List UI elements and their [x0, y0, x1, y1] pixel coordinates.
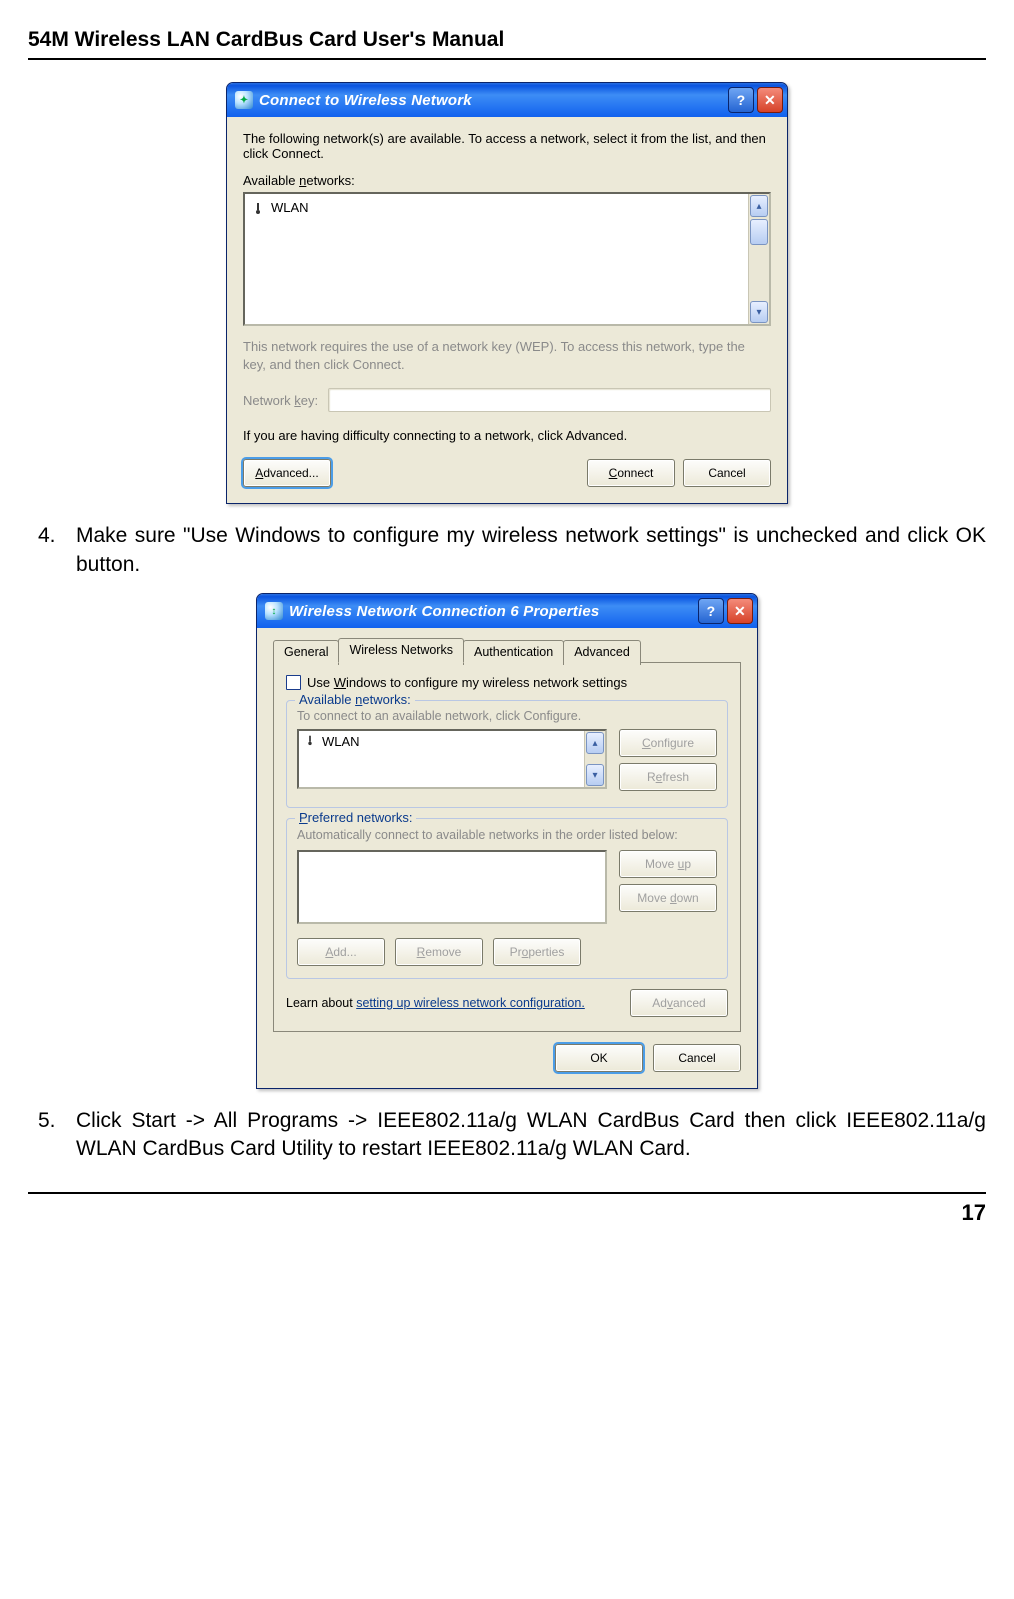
- close-button[interactable]: ✕: [757, 87, 783, 113]
- properties-button[interactable]: Properties: [493, 938, 581, 966]
- refresh-button[interactable]: Refresh: [619, 763, 717, 791]
- close-icon: ✕: [764, 92, 776, 109]
- difficulty-hint: If you are having difficulty connecting …: [243, 428, 771, 443]
- connect-dialog: ✦ Connect to Wireless Network ? ✕ The fo…: [226, 82, 788, 504]
- add-button[interactable]: Add...: [297, 938, 385, 966]
- properties-dialog-titlebar: ↕ Wireless Network Connection 6 Properti…: [257, 594, 757, 628]
- list-scrollbar[interactable]: ▴ ▾: [748, 194, 769, 324]
- step-5-num: 5.: [38, 1107, 62, 1164]
- tab-pane: Use Windows to configure my wireless net…: [273, 662, 741, 1032]
- step-4: 4. Make sure "Use Windows to configure m…: [38, 522, 986, 579]
- cancel-button[interactable]: Cancel: [683, 459, 771, 487]
- page-number: 17: [28, 1200, 986, 1226]
- network-key-input[interactable]: [328, 388, 771, 412]
- app-icon: ✦: [235, 91, 253, 109]
- help-button[interactable]: ?: [728, 87, 754, 113]
- footer-rule: [28, 1192, 986, 1194]
- available-hint: To connect to an available network, clic…: [297, 709, 717, 723]
- manual-title: 54M Wireless LAN CardBus Card User's Man…: [28, 28, 986, 52]
- available-item[interactable]: WLAN: [304, 734, 579, 749]
- close-button[interactable]: ✕: [727, 598, 753, 624]
- scroll-down-icon[interactable]: ▾: [586, 764, 604, 786]
- available-networks-label: Available networks:: [243, 173, 771, 188]
- use-windows-label: Use Windows to configure my wireless net…: [307, 675, 627, 690]
- tab-authentication[interactable]: Authentication: [463, 640, 564, 665]
- connect-intro: The following network(s) are available. …: [243, 131, 771, 161]
- available-scrollbar[interactable]: ▴ ▾: [584, 731, 605, 787]
- step-4-text: Make sure "Use Windows to configure my w…: [76, 522, 986, 579]
- configure-button[interactable]: Configure: [619, 729, 717, 757]
- connect-dialog-titlebar: ✦ Connect to Wireless Network ? ✕: [227, 83, 787, 117]
- available-list[interactable]: WLAN ▴ ▾: [297, 729, 607, 789]
- tab-wireless-networks[interactable]: Wireless Networks: [338, 638, 464, 663]
- preferred-list[interactable]: [297, 850, 607, 924]
- move-up-button[interactable]: Move up: [619, 850, 717, 878]
- ok-button[interactable]: OK: [555, 1044, 643, 1072]
- close-icon: ✕: [734, 603, 746, 620]
- step-5: 5. Click Start -> All Programs -> IEEE80…: [38, 1107, 986, 1164]
- preferred-networks-legend: Preferred networks:: [295, 810, 416, 825]
- available-networks-list[interactable]: WLAN ▴ ▾: [243, 192, 771, 326]
- properties-dialog-title: Wireless Network Connection 6 Properties: [289, 603, 599, 620]
- connect-button[interactable]: Connect: [587, 459, 675, 487]
- network-key-label: Network key:: [243, 393, 318, 408]
- remove-button[interactable]: Remove: [395, 938, 483, 966]
- signal-icon: [251, 201, 265, 215]
- available-networks-legend: Available networks:: [295, 692, 415, 707]
- help-icon: ?: [737, 92, 746, 108]
- tab-strip: General Wireless Networks Authentication…: [273, 638, 741, 663]
- step-4-num: 4.: [38, 522, 62, 579]
- help-icon: ?: [707, 603, 716, 619]
- scroll-thumb[interactable]: [750, 219, 768, 245]
- advanced-button-2[interactable]: Advanced: [630, 989, 728, 1017]
- tab-general[interactable]: General: [273, 640, 339, 665]
- header-rule: [28, 58, 986, 60]
- tab-advanced[interactable]: Advanced: [563, 640, 641, 665]
- network-item-label: WLAN: [271, 200, 309, 215]
- advanced-button[interactable]: Advanced...: [243, 459, 331, 487]
- move-down-button[interactable]: Move down: [619, 884, 717, 912]
- available-networks-group: Available networks: To connect to an ava…: [286, 700, 728, 808]
- step-5-text: Click Start -> All Programs -> IEEE802.1…: [76, 1107, 986, 1164]
- signal-icon: [304, 734, 316, 749]
- properties-dialog: ↕ Wireless Network Connection 6 Properti…: [256, 593, 758, 1089]
- scroll-up-icon[interactable]: ▴: [750, 195, 768, 217]
- app-icon: ↕: [265, 602, 283, 620]
- connect-dialog-title: Connect to Wireless Network: [259, 92, 472, 109]
- help-button[interactable]: ?: [698, 598, 724, 624]
- network-item[interactable]: WLAN: [247, 198, 746, 217]
- available-item-label: WLAN: [322, 734, 360, 749]
- preferred-networks-group: Preferred networks: Automatically connec…: [286, 818, 728, 979]
- use-windows-checkbox[interactable]: [286, 675, 301, 690]
- learn-link[interactable]: setting up wireless network configuratio…: [356, 996, 585, 1010]
- scroll-up-icon[interactable]: ▴: [586, 732, 604, 754]
- wep-hint: This network requires the use of a netwo…: [243, 338, 771, 374]
- preferred-hint: Automatically connect to available netwo…: [297, 827, 717, 844]
- learn-about: Learn about setting up wireless network …: [286, 995, 618, 1011]
- cancel-button-2[interactable]: Cancel: [653, 1044, 741, 1072]
- scroll-down-icon[interactable]: ▾: [750, 301, 768, 323]
